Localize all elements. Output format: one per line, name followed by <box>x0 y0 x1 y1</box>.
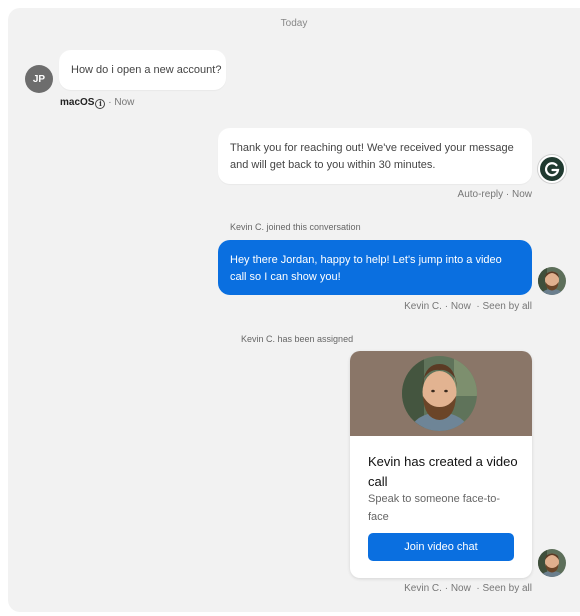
g-logo-icon <box>538 155 566 183</box>
video-card-meta: Kevin C. · Now · Seen by all <box>404 583 532 594</box>
g-logo-glyph <box>544 162 560 177</box>
video-card-subtitle: Speak to someone face-to-face <box>368 493 501 523</box>
video-card-header <box>350 351 532 436</box>
agent-reply-time: Now <box>450 301 471 312</box>
agent-avatar <box>538 267 566 295</box>
agent-reply-bubble: Hey there Jordan, happy to help! Let's j… <box>218 240 532 295</box>
customer-initials: JP <box>32 73 46 85</box>
customer-message-meta: macOS i · Now <box>60 97 134 109</box>
agent-reply-text: Hey there Jordan, happy to help! Let's j… <box>230 254 502 284</box>
agent-photo <box>402 356 477 431</box>
auto-reply-meta: Auto-reply · Now <box>457 189 532 200</box>
video-card-time: Now <box>450 583 471 594</box>
customer-message-text: How do i open a new account? <box>71 64 222 76</box>
chat-panel: Today JP How do i open a new account? ma… <box>8 8 580 612</box>
agent-reply-seen: Seen by all <box>482 301 532 312</box>
agent-avatar-bottom <box>538 549 566 577</box>
agent-reply-sender: Kevin C. <box>404 301 442 312</box>
video-card-sender: Kevin C. <box>404 583 442 594</box>
agent-photo-image <box>538 267 566 295</box>
info-circle-icon[interactable]: i <box>95 98 106 109</box>
day-divider: Today <box>280 18 308 29</box>
platform-label: macOS <box>60 97 95 108</box>
meta-separator: · <box>108 97 112 108</box>
assigned-system-note: Kevin C. has been assigned <box>241 334 354 344</box>
customer-message-bubble: How do i open a new account? <box>59 50 226 90</box>
video-call-card: Kevin has created a video call Speak to … <box>350 351 532 578</box>
join-video-chat-button[interactable]: Join video chat <box>368 533 514 561</box>
joined-system-note: Kevin C. joined this conversation <box>230 222 361 232</box>
customer-message-time: Now <box>114 97 135 108</box>
agent-photo-image-bottom <box>538 549 566 577</box>
auto-reply-bubble: Thank you for reaching out! We've receiv… <box>218 128 532 184</box>
agent-reply-meta: Kevin C. · Now · Seen by all <box>404 301 532 312</box>
customer-avatar: JP <box>25 65 53 93</box>
video-card-seen: Seen by all <box>482 583 532 594</box>
auto-reply-text: Thank you for reaching out! We've receiv… <box>230 142 514 172</box>
agent-photo-large-image <box>402 356 477 431</box>
video-card-title: Kevin has created a video call <box>368 454 518 490</box>
